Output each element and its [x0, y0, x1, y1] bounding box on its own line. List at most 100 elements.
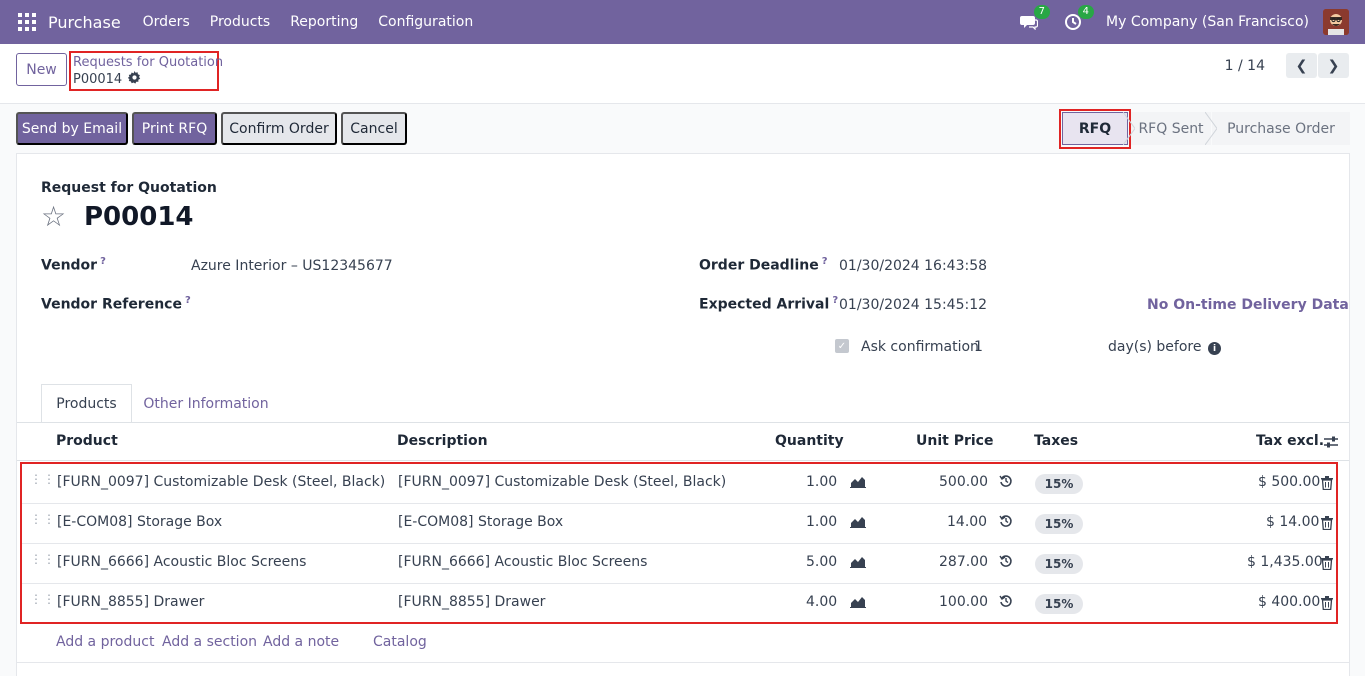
confirm-order-button[interactable]: Confirm Order [221, 112, 337, 145]
vendor-reference-help-icon[interactable]: ? [185, 295, 191, 306]
cell-quantity[interactable]: 1.00 [806, 474, 837, 490]
tax-badge[interactable]: 15% [1035, 554, 1083, 574]
vendor-help-icon[interactable]: ? [100, 256, 106, 267]
column-header-quantity[interactable]: Quantity [775, 433, 844, 449]
menu-products[interactable]: Products [210, 14, 270, 30]
forecast-chart-icon[interactable] [850, 514, 866, 530]
menu-orders[interactable]: Orders [143, 14, 190, 30]
column-settings-icon[interactable] [1323, 434, 1339, 454]
send-by-email-button[interactable]: Send by Email [16, 112, 128, 145]
trash-icon[interactable] [1321, 596, 1337, 612]
pager-previous-button[interactable]: ❮ [1286, 53, 1317, 78]
order-deadline-help-icon[interactable]: ? [822, 256, 828, 267]
app-name[interactable]: Purchase [48, 13, 121, 32]
drag-handle-icon[interactable]: ⋮⋮ [30, 553, 55, 570]
column-header-taxes[interactable]: Taxes [1034, 433, 1078, 449]
forecast-chart-icon[interactable] [850, 554, 866, 570]
checkmark-icon: ✓ [837, 340, 847, 352]
column-header-product[interactable]: Product [56, 433, 118, 449]
history-icon[interactable] [999, 554, 1015, 570]
stage-arrow-1 [1123, 112, 1135, 145]
table-row[interactable]: ⋮⋮ [E-COM08] Storage Box [E-COM08] Stora… [22, 504, 1336, 544]
drag-handle-icon[interactable]: ⋮⋮ [30, 593, 55, 610]
history-icon[interactable] [999, 474, 1015, 490]
cell-description[interactable]: [FURN_0097] Customizable Desk (Steel, Bl… [398, 474, 726, 490]
add-product-link[interactable]: Add a product [56, 634, 154, 650]
messages-icon[interactable]: 7 [1018, 5, 1051, 33]
document-title: P00014 [84, 202, 194, 232]
menu-configuration[interactable]: Configuration [378, 14, 473, 30]
chevron-right-icon: ❯ [1327, 57, 1340, 74]
new-button[interactable]: New [16, 53, 67, 86]
days-before-label: day(s) before [1108, 339, 1202, 355]
vendor-label: Vendor? [41, 256, 106, 274]
catalog-link[interactable]: Catalog [373, 634, 427, 650]
menu-reporting[interactable]: Reporting [290, 14, 358, 30]
apps-menu-icon[interactable] [18, 13, 36, 31]
cell-product[interactable]: [E-COM08] Storage Box [57, 514, 222, 530]
cell-product[interactable]: [FURN_0097] Customizable Desk (Steel, Bl… [57, 474, 385, 490]
vendor-field[interactable]: Azure Interior – US12345677 [191, 258, 393, 274]
info-icon[interactable]: i [1208, 342, 1221, 355]
tabs-divider [17, 422, 1349, 423]
company-switcher[interactable]: My Company (San Francisco) [1106, 14, 1309, 30]
user-avatar[interactable] [1323, 9, 1349, 35]
cell-description[interactable]: [FURN_8855] Drawer [398, 594, 545, 610]
table-row[interactable]: ⋮⋮ [FURN_6666] Acoustic Bloc Screens [FU… [22, 544, 1336, 584]
tax-badge[interactable]: 15% [1035, 514, 1083, 534]
add-section-link[interactable]: Add a section [162, 634, 257, 650]
cancel-button[interactable]: Cancel [341, 112, 407, 145]
cell-description[interactable]: [E-COM08] Storage Box [398, 514, 563, 530]
trash-icon[interactable] [1321, 556, 1337, 572]
cell-product[interactable]: [FURN_6666] Acoustic Bloc Screens [57, 554, 306, 570]
tax-badge[interactable]: 15% [1035, 474, 1083, 494]
expected-arrival-help-icon[interactable]: ? [832, 295, 838, 306]
expected-arrival-field[interactable]: 01/30/2024 15:45:12 [839, 297, 987, 313]
cell-unit-price[interactable]: 500.00 [939, 474, 988, 490]
column-header-unit-price[interactable]: Unit Price [916, 433, 993, 449]
star-icon[interactable]: ☆ [41, 202, 66, 232]
cell-product[interactable]: [FURN_8855] Drawer [57, 594, 204, 610]
tab-products[interactable]: Products [41, 384, 132, 423]
print-rfq-button[interactable]: Print RFQ [132, 112, 217, 145]
gear-icon[interactable] [127, 71, 141, 88]
cell-quantity[interactable]: 1.00 [806, 514, 837, 530]
ask-confirmation-label: Ask confirmation [861, 339, 979, 355]
forecast-chart-icon[interactable] [850, 474, 866, 490]
trash-icon[interactable] [1321, 516, 1337, 532]
breadcrumb-parent-link[interactable]: Requests for Quotation [73, 55, 223, 70]
cell-quantity[interactable]: 4.00 [806, 594, 837, 610]
cell-unit-price[interactable]: 100.00 [939, 594, 988, 610]
stage-purchase-order[interactable]: Purchase Order [1212, 112, 1350, 145]
cell-description[interactable]: [FURN_6666] Acoustic Bloc Screens [398, 554, 647, 570]
cell-quantity[interactable]: 5.00 [806, 554, 837, 570]
cell-unit-price[interactable]: 14.00 [947, 514, 987, 530]
drag-handle-icon[interactable]: ⋮⋮ [30, 513, 55, 530]
trash-icon[interactable] [1321, 476, 1337, 492]
pager-next-button[interactable]: ❯ [1318, 53, 1349, 78]
column-header-description[interactable]: Description [397, 433, 488, 449]
messages-count-badge: 7 [1033, 5, 1051, 19]
history-icon[interactable] [999, 514, 1015, 530]
ask-confirmation-checkbox[interactable]: ✓ [835, 339, 849, 353]
activities-icon[interactable]: 4 [1062, 5, 1095, 33]
stage-rfq-sent[interactable]: RFQ Sent [1131, 112, 1211, 145]
drag-handle-icon[interactable]: ⋮⋮ [30, 473, 55, 490]
column-header-tax-excl[interactable]: Tax excl. [1256, 433, 1324, 449]
pager-value[interactable]: 1 / 14 [1225, 58, 1265, 74]
ontime-delivery-link[interactable]: No On-time Delivery Data [1147, 297, 1349, 313]
tab-other-information[interactable]: Other Information [139, 384, 273, 423]
cell-unit-price[interactable]: 287.00 [939, 554, 988, 570]
breadcrumb: Requests for Quotation P00014 [69, 51, 223, 91]
ask-confirmation-days-input[interactable]: 1 [974, 339, 983, 355]
cell-subtotal: $ 500.00 [1258, 474, 1321, 490]
table-row[interactable]: ⋮⋮ [FURN_0097] Customizable Desk (Steel,… [22, 464, 1336, 504]
add-note-link[interactable]: Add a note [263, 634, 339, 650]
history-icon[interactable] [999, 594, 1015, 610]
table-row[interactable]: ⋮⋮ [FURN_8855] Drawer [FURN_8855] Drawer… [22, 584, 1336, 624]
forecast-chart-icon[interactable] [850, 594, 866, 610]
expected-arrival-label: Expected Arrival? [699, 295, 839, 313]
tax-badge[interactable]: 15% [1035, 594, 1083, 614]
stage-arrow-2 [1205, 112, 1217, 145]
order-deadline-field[interactable]: 01/30/2024 16:43:58 [839, 258, 987, 274]
